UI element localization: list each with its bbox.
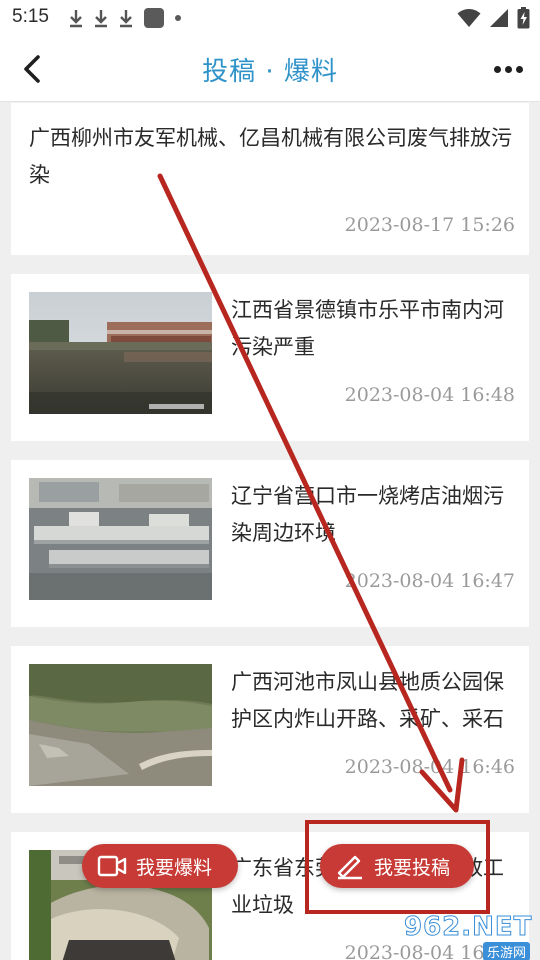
annotation-highlight-box <box>305 820 490 914</box>
app-square-icon <box>144 8 164 28</box>
feed-item-title: 广西柳州市友军机械、亿昌机械有限公司废气排放污染 <box>29 126 512 187</box>
report-button[interactable]: 我要爆料 <box>82 844 238 888</box>
rooftop-ducts-photo <box>29 478 212 600</box>
status-notifications <box>68 7 182 29</box>
more-dots-icon <box>493 65 501 73</box>
watermark-subtext: 乐游网 <box>482 942 530 960</box>
watermark-logo: 962.NET 乐游网 <box>403 912 534 960</box>
signal-icon <box>490 9 508 27</box>
app-bar: 投稿 · 爆料 <box>0 36 540 102</box>
feed-item[interactable]: 辽宁省营口市一烧烤店油烟污染周边环境 2023-08-04 16:47 <box>11 460 529 627</box>
hillside-quarry-photo <box>29 664 212 786</box>
status-time: 5:15 <box>12 6 49 27</box>
more-options-button[interactable] <box>488 52 528 86</box>
watermark-text: 962.NET <box>403 912 533 943</box>
dot-icon <box>175 15 181 21</box>
feed-item-thumbnail <box>29 292 212 414</box>
feed-item[interactable]: 广西河池市凤山县地质公园保护区内炸山开路、采矿、采石 2023-08-04 16… <box>11 646 529 813</box>
feed-item-title: 江西省景德镇市乐平市南内河污染严重 <box>231 298 504 359</box>
feed-item-date: 2023-08-04 16:46 <box>344 756 515 778</box>
download-icon <box>95 10 107 28</box>
feed-item-thumbnail <box>29 664 212 786</box>
feed-item-thumbnail <box>29 478 212 600</box>
battery-charging-icon <box>517 7 530 29</box>
wifi-icon <box>457 9 481 27</box>
feed-item-date: 2023-08-17 15:26 <box>344 214 515 236</box>
feed-item-date: 2023-08-04 16:47 <box>344 570 515 592</box>
feed-item-title: 辽宁省营口市一烧烤店油烟污染周边环境 <box>231 484 504 545</box>
feed-item-date: 2023-08-04 16:48 <box>344 384 515 406</box>
feed-item[interactable]: 江西省景德镇市乐平市南内河污染严重 2023-08-04 16:48 <box>11 274 529 441</box>
report-button-label: 我要爆料 <box>136 856 213 879</box>
status-system-icons <box>457 6 530 30</box>
feed-item[interactable]: 广西柳州市友军机械、亿昌机械有限公司废气排放污染 2023-08-17 15:2… <box>11 103 529 255</box>
download-icon <box>120 10 132 28</box>
status-bar: 5:15 <box>0 0 540 36</box>
feed-item-title: 广西河池市凤山县地质公园保护区内炸山开路、采矿、采石 <box>231 670 504 731</box>
download-icon <box>70 10 82 28</box>
page-title: 投稿 · 爆料 <box>202 57 338 87</box>
river-photo <box>29 292 212 414</box>
video-camera-icon <box>96 850 128 882</box>
